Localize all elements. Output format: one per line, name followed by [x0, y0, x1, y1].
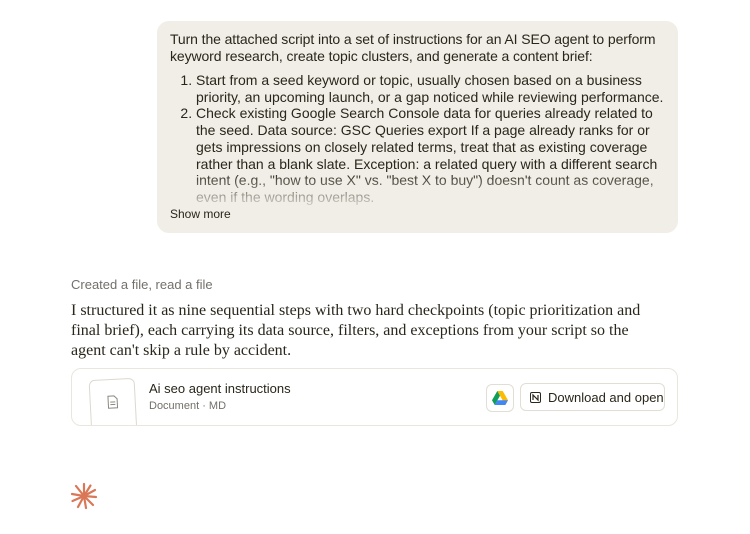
download-button-label: Download and open [548, 389, 664, 405]
download-and-open-button[interactable]: Download and open [520, 383, 665, 411]
tool-status-line[interactable]: Created a file, read a file [71, 277, 213, 292]
user-message-bubble: Turn the attached script into a set of i… [157, 21, 678, 233]
document-thumbnail [88, 377, 138, 425]
step-item: Start from a seed keyword or topic, usua… [196, 72, 664, 105]
file-meta: Document · MD [149, 400, 227, 412]
chat-page: Turn the attached script into a set of i… [0, 0, 750, 534]
notion-icon [530, 391, 541, 403]
user-message-content: Turn the attached script into a set of i… [170, 31, 664, 212]
document-icon [107, 395, 119, 409]
google-drive-icon [492, 391, 508, 405]
google-drive-button[interactable] [486, 384, 514, 412]
file-card[interactable]: Ai seo agent instructions Document · MD … [71, 368, 678, 426]
content-fade [170, 172, 664, 212]
claude-spark-logo [70, 482, 98, 515]
show-more-button[interactable]: Show more [170, 207, 231, 221]
assistant-message: I structured it as nine sequential steps… [71, 302, 641, 359]
file-name: Ai seo agent instructions [149, 381, 291, 396]
user-message-intro: Turn the attached script into a set of i… [170, 31, 656, 64]
